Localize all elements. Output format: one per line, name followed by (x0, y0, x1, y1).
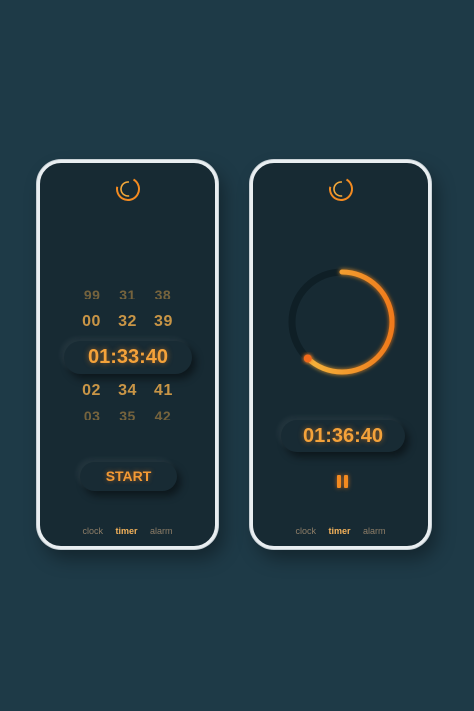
minute-value: 34 (118, 382, 137, 399)
progress-ring (285, 265, 399, 379)
picker-row-above[interactable]: 00 32 39 (40, 313, 215, 331)
pause-icon-bar (344, 475, 348, 488)
progress-knob (303, 354, 312, 363)
hour-value: 00 (82, 313, 101, 330)
minute-value: 35 (119, 408, 136, 420)
hour-value: 99 (83, 287, 101, 299)
bottom-tab-bar: clock timer alarm (253, 526, 428, 536)
start-button[interactable]: START (80, 462, 177, 491)
picker-row-bottom[interactable]: 03 35 42 (40, 408, 215, 420)
hour-value: 02 (82, 382, 101, 399)
tab-alarm[interactable]: alarm (363, 526, 386, 536)
spiral-logo-icon (326, 174, 356, 204)
minute-value: 31 (119, 287, 136, 299)
second-value: 41 (154, 382, 173, 399)
hour-value: 03 (83, 408, 101, 420)
tab-clock[interactable]: clock (82, 526, 103, 536)
minute-value: 32 (118, 313, 137, 330)
tab-alarm[interactable]: alarm (150, 526, 173, 536)
picker-row-top[interactable]: 99 31 38 (40, 287, 215, 299)
remaining-time-display: 01:36:40 (281, 420, 405, 452)
selected-time-display[interactable]: 01:33:40 (64, 341, 192, 374)
pause-icon (337, 475, 341, 488)
second-value: 38 (154, 287, 172, 299)
spiral-logo-icon (113, 174, 143, 204)
phone-timer-running: 01:36:40 clock timer alarm (250, 160, 431, 549)
tab-timer[interactable]: timer (328, 526, 350, 536)
tab-clock[interactable]: clock (295, 526, 316, 536)
pause-button[interactable] (336, 475, 350, 488)
bottom-tab-bar: clock timer alarm (40, 526, 215, 536)
second-value: 42 (154, 408, 172, 420)
second-value: 39 (154, 313, 173, 330)
phone-timer-picker: 99 31 38 00 32 39 01:33:40 02 34 41 03 3… (37, 160, 218, 549)
picker-row-below[interactable]: 02 34 41 (40, 382, 215, 400)
tab-timer[interactable]: timer (115, 526, 137, 536)
